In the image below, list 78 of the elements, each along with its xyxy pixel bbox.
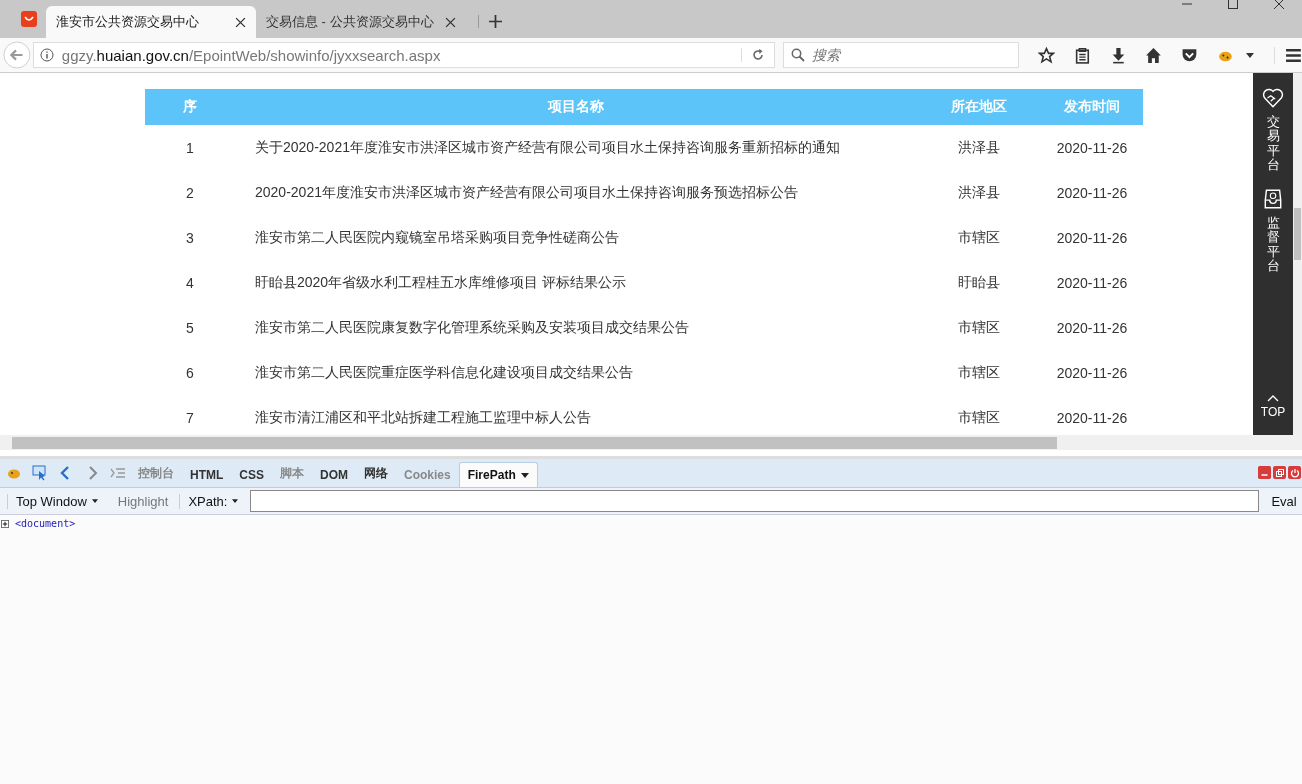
table-cell: 2020-11-26 xyxy=(1056,139,1128,156)
caret-icon[interactable] xyxy=(232,499,239,503)
pocket-icon[interactable] xyxy=(1181,46,1199,64)
panel-tab[interactable]: CSS xyxy=(231,463,272,487)
table-cell: 3 xyxy=(186,229,194,246)
project-link[interactable]: 盱眙县2020年省级水利工程桂五水库维修项目 评标结果公示 xyxy=(255,273,627,290)
search-icon xyxy=(790,48,805,62)
column-header: 所在地区 xyxy=(951,98,1007,114)
table-cell: 市辖区 xyxy=(958,318,1000,335)
menu-icon[interactable] xyxy=(1274,46,1302,64)
xpath-input[interactable] xyxy=(250,490,1260,512)
inspect-icon[interactable] xyxy=(32,465,48,481)
horizontal-scrollbar[interactable] xyxy=(0,435,1302,450)
table-cell: 2 xyxy=(186,184,194,201)
project-link[interactable]: 关于2020-2021年度淮安市洪泽区城市资产经营有限公司项目水土保持咨询服务重新招标的通知 xyxy=(255,138,840,155)
table-cell: 7 xyxy=(186,409,194,426)
back-to-top-button[interactable]: TOP xyxy=(1260,395,1286,419)
project-link[interactable]: 淮安市第二人民医院康复数字化管理系统采购及安装项目成交结果公告 xyxy=(255,318,689,335)
back-icon[interactable] xyxy=(3,41,31,69)
caret-icon[interactable] xyxy=(91,499,98,503)
column-header: 项目名称 xyxy=(548,98,604,114)
highlight-button[interactable]: Highlight xyxy=(105,493,177,509)
tree-node[interactable]: <document> xyxy=(15,518,76,529)
close-icon[interactable] xyxy=(1273,0,1285,10)
caret-icon[interactable] xyxy=(1246,52,1255,58)
handshake-heart-icon[interactable] xyxy=(1262,87,1284,109)
browser-tab[interactable]: 交易信息 - 公共资源交易中心 xyxy=(256,6,466,38)
table-cell: 2020-11-26 xyxy=(1056,184,1128,201)
table-cell: 6 xyxy=(186,364,194,381)
close-icon[interactable] xyxy=(445,16,456,28)
project-link[interactable]: 淮安市第二人民医院重症医学科信息化建设项目成交结果公告 xyxy=(255,363,633,380)
maximize-icon[interactable] xyxy=(1227,0,1239,10)
app-icon[interactable] xyxy=(21,11,37,27)
table-cell: 洪泽县 xyxy=(958,183,1000,200)
browser-tab[interactable]: 淮安市公共资源交易中心 xyxy=(46,6,256,38)
caret-icon[interactable] xyxy=(520,472,529,478)
panel-tab[interactable]: 网络 xyxy=(356,460,396,487)
table-cell: 盱眙县 xyxy=(958,273,1000,290)
xpath-dropdown[interactable]: XPath: xyxy=(179,493,247,509)
clipboard-icon[interactable] xyxy=(1073,46,1091,64)
table-cell: 市辖区 xyxy=(958,408,1000,425)
table-cell: 市辖区 xyxy=(958,228,1000,245)
project-link[interactable]: 淮安市清江浦区和平北站拆建工程施工监理中标人公告 xyxy=(255,408,591,425)
search-field[interactable]: 搜索 xyxy=(782,42,1019,68)
star-icon[interactable] xyxy=(1037,46,1055,64)
table-cell: 1 xyxy=(186,139,194,156)
column-header: 发布时间 xyxy=(1064,98,1120,114)
table-cell: 2020-11-26 xyxy=(1056,319,1128,336)
vertical-scrollbar[interactable] xyxy=(1293,73,1302,435)
project-link[interactable]: 淮安市第二人民医院内窥镜室吊塔采购项目竞争性磋商公告 xyxy=(255,228,619,245)
power-button[interactable] xyxy=(1288,466,1301,479)
table-cell: 市辖区 xyxy=(958,363,1000,380)
table-cell: 2020-11-26 xyxy=(1056,364,1128,381)
side-link[interactable]: 交易平台 xyxy=(1266,115,1280,173)
address-field[interactable]: ggzy.huaian.gov.cn/EpointWeb/showinfo/jyxxsearch.aspx xyxy=(32,42,775,68)
info-icon[interactable] xyxy=(39,48,54,62)
eval-button[interactable]: Eval xyxy=(1271,493,1297,509)
panel-tab[interactable]: FirePath xyxy=(458,462,538,487)
home-icon[interactable] xyxy=(1145,46,1163,64)
inbox-target-icon[interactable] xyxy=(1262,188,1284,211)
project-link[interactable]: 2020-2021年度淮安市洪泽区城市资产经营有限公司项目水土保持咨询服务预选招标公告 xyxy=(255,183,798,200)
close-icon[interactable] xyxy=(235,16,246,28)
table-cell: 2020-11-26 xyxy=(1056,274,1128,291)
table-cell: 4 xyxy=(186,274,194,291)
table-cell: 2020-11-26 xyxy=(1056,229,1128,246)
minimize-button[interactable] xyxy=(1258,466,1271,479)
side-link[interactable]: 监督平台 xyxy=(1266,216,1280,274)
window-dropdown[interactable]: Top Window xyxy=(7,493,106,509)
table-cell: 5 xyxy=(186,319,194,336)
table-cell: 洪泽县 xyxy=(958,138,1000,155)
panel-tab[interactable]: DOM xyxy=(312,463,356,487)
new-tab-icon[interactable] xyxy=(478,15,502,28)
chevron-up-icon[interactable] xyxy=(1267,395,1279,402)
expand-icon[interactable] xyxy=(1,519,9,528)
detach-button[interactable] xyxy=(1273,466,1286,479)
table-cell: 2020-11-26 xyxy=(1056,409,1128,426)
column-header: 序 xyxy=(183,98,197,114)
panel-tab[interactable]: HTML xyxy=(182,463,232,487)
